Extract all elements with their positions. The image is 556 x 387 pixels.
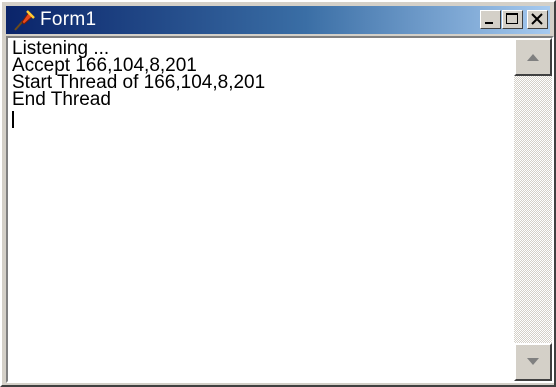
pin-icon [14,10,35,31]
title-bar[interactable]: Form1 [6,6,550,34]
minimize-button[interactable] [480,10,501,29]
output-line: End Thread [12,89,111,110]
close-button[interactable] [527,10,548,29]
output-textarea[interactable]: Listening ... Accept 166,104,8,201 Start… [10,40,512,381]
text-caret [12,111,14,128]
maximize-button[interactable] [502,10,523,29]
form1-window: Form1 Listening ... Accept 166,104,8,201… [0,0,556,387]
maximize-icon [506,13,518,24]
arrow-up-icon [527,54,539,61]
vertical-scrollbar[interactable] [514,38,552,381]
minimize-icon [485,22,493,24]
scroll-up-button[interactable] [514,38,552,76]
client-area: Listening ... Accept 166,104,8,201 Start… [6,36,554,383]
window-title: Form1 [40,9,97,30]
arrow-down-icon [527,358,539,365]
close-icon [531,13,543,25]
scroll-down-button[interactable] [514,343,552,381]
